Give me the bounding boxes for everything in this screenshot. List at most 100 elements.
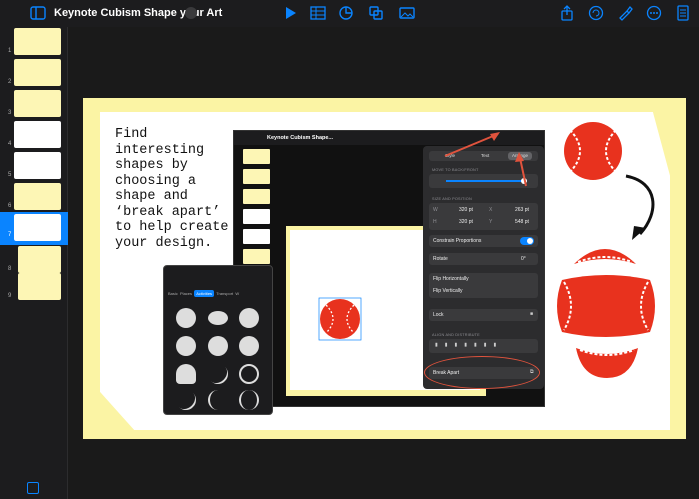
tennis-ball-icon[interactable]: [239, 336, 259, 356]
slide-thumbnail[interactable]: 3: [0, 90, 68, 120]
slide-thumbnail[interactable]: 2: [0, 59, 68, 89]
undo-icon[interactable]: [588, 5, 604, 21]
document-title[interactable]: Keynote Cubism Shape your Art: [54, 7, 222, 19]
helmet-icon[interactable]: [176, 364, 196, 384]
soccer-ball-icon[interactable]: [176, 308, 196, 328]
constrain-toggle[interactable]: [520, 237, 534, 245]
play-icon[interactable]: [282, 5, 298, 21]
rotate-row: Rotate 0°: [429, 253, 538, 265]
category-more[interactable]: W: [235, 291, 239, 296]
football-icon[interactable]: [208, 311, 228, 325]
share-icon[interactable]: [559, 5, 575, 21]
racket-icon[interactable]: [239, 364, 259, 384]
screenshot-title: Keynote Cubism Shape...: [267, 135, 334, 141]
sidebar-icon[interactable]: [30, 5, 46, 21]
category-basic[interactable]: Basic: [168, 291, 178, 296]
slide-number: 9: [8, 293, 12, 299]
lock-row[interactable]: Lock ■: [429, 309, 538, 321]
w-label: W: [433, 207, 438, 213]
table-icon[interactable]: [310, 5, 326, 21]
mini-slide-thumbnail: [243, 149, 270, 164]
media-icon[interactable]: [399, 5, 415, 21]
size-position-fields: W 320 pt X 263 pt H 320 pt Y 548 pt: [429, 203, 538, 230]
slide-thumbnail[interactable]: 5: [0, 152, 68, 182]
chevron-down-icon[interactable]: [185, 7, 197, 19]
slide-preview: [14, 28, 61, 55]
flip-horizontal-button[interactable]: Flip Horizontally: [433, 276, 469, 282]
lock-label: Lock: [433, 312, 444, 318]
mini-slide-thumbnail: [243, 169, 270, 184]
curved-arrow-icon: [625, 174, 655, 240]
y-field[interactable]: 548 pt: [515, 219, 529, 225]
x-label: X: [489, 207, 493, 213]
document-icon[interactable]: [675, 5, 691, 21]
mini-slide-thumbnail: [243, 189, 270, 204]
slide-preview: [18, 273, 61, 300]
baseball-shape[interactable]: [562, 120, 624, 182]
slide-preview: [14, 183, 61, 210]
slide-thumbnail[interactable]: 1: [0, 28, 68, 58]
w-field[interactable]: 320 pt: [459, 207, 473, 213]
chart-icon[interactable]: [338, 5, 354, 21]
hockey-stick-icon[interactable]: [171, 385, 201, 415]
baseball-piece-top[interactable]: [566, 240, 644, 266]
mini-slide-thumbnail: [243, 229, 270, 244]
rotate-label: Rotate: [433, 256, 448, 262]
baseball-icon[interactable]: [176, 336, 196, 356]
slide-number: 3: [8, 110, 12, 116]
more-icon[interactable]: [646, 5, 662, 21]
slide-thumbnail-selected[interactable]: 7: [0, 212, 68, 245]
top-toolbar: Keynote Cubism Shape your Art: [0, 0, 699, 27]
shapes-library-screenshot[interactable]: Basic Places Activities Transport W: [163, 265, 273, 415]
basketball-icon[interactable]: [239, 308, 259, 328]
baseball-shape-selected: [318, 297, 362, 341]
ski-icon[interactable]: [239, 390, 259, 410]
slide-caption-text[interactable]: Find interesting shapes by choosing a sh…: [115, 127, 230, 251]
baseball-piece-middle[interactable]: [556, 270, 656, 342]
slide-preview: [14, 121, 61, 148]
category-activities[interactable]: Activities: [194, 290, 215, 297]
slide-thumbnail[interactable]: 6: [0, 183, 68, 213]
bat-icon[interactable]: [203, 359, 233, 389]
slide-number: 4: [8, 141, 12, 147]
slide-number: 7: [8, 232, 12, 238]
slide-number: 1: [8, 48, 12, 54]
rotate-field[interactable]: 0°: [521, 256, 526, 262]
shape-categories: Basic Places Activities Transport W: [168, 290, 268, 299]
constrain-label: Constrain Proportions: [433, 238, 482, 244]
add-slide-button[interactable]: [27, 482, 39, 494]
h-field[interactable]: 320 pt: [459, 219, 473, 225]
slide-thumbnail[interactable]: 8: [0, 246, 68, 276]
golf-club-icon[interactable]: [208, 390, 228, 410]
break-apart-highlight: [424, 356, 540, 389]
shape-icon[interactable]: [368, 5, 384, 21]
slide-number: 6: [8, 203, 12, 209]
x-field[interactable]: 263 pt: [515, 207, 529, 213]
lock-icon: ■: [530, 311, 534, 317]
annotation-arrows: [444, 132, 527, 187]
slide-number: 8: [8, 266, 12, 272]
baseball-piece-bottom[interactable]: [572, 344, 642, 380]
slide-preview: [14, 59, 61, 86]
constrain-row: Constrain Proportions: [429, 235, 538, 247]
volleyball-icon[interactable]: [208, 336, 228, 356]
category-transport[interactable]: Transport: [216, 291, 233, 296]
format-brush-icon[interactable]: [617, 5, 633, 21]
slide-preview: [14, 90, 61, 117]
y-label: Y: [489, 219, 493, 225]
align-buttons[interactable]: ▮▮▮▮▮▮▮: [429, 339, 538, 353]
size-label: SIZE AND POSITION: [432, 197, 472, 201]
slide-thumbnail[interactable]: 9: [0, 273, 68, 303]
slide-preview: [12, 212, 63, 243]
align-icons: ▮▮▮▮▮▮▮: [435, 342, 504, 348]
category-places[interactable]: Places: [180, 291, 192, 296]
slide-thumbnail[interactable]: 4: [0, 121, 68, 151]
slide-navigator: 1 2 3 4 5 6 7 8 9: [0, 27, 68, 499]
slide-preview: [14, 152, 61, 179]
slide-number: 2: [8, 79, 12, 85]
slide-number: 5: [8, 172, 12, 178]
h-label: H: [433, 219, 437, 225]
slide-preview: [18, 246, 61, 273]
flip-group: Flip Horizontally Flip Vertically: [429, 273, 538, 298]
flip-vertical-button[interactable]: Flip Vertically: [433, 288, 462, 294]
